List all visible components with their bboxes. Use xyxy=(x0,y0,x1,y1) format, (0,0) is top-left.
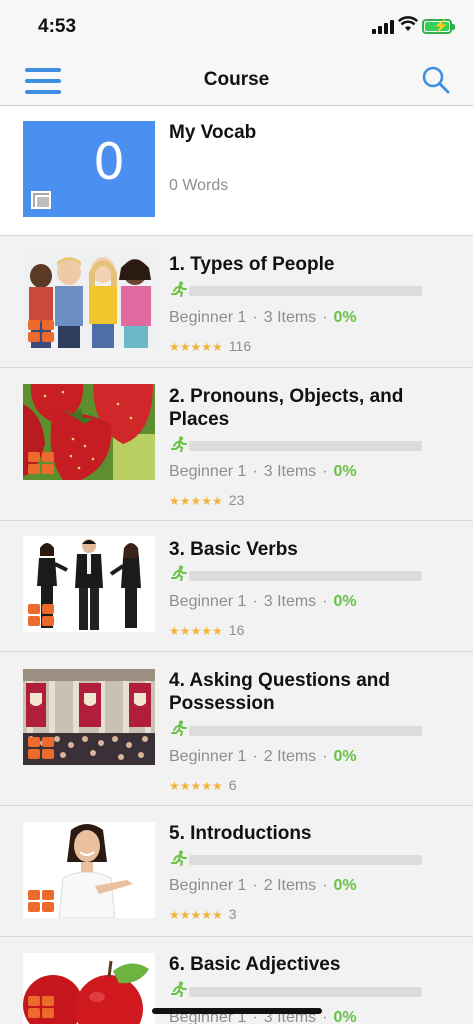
course-items: 2 Items xyxy=(263,877,317,894)
star-rating-icon: ★★★★★ xyxy=(169,494,223,508)
review-count: 16 xyxy=(228,622,245,638)
course-percent: 0% xyxy=(333,748,357,765)
course-rating: ★★★★★ 16 xyxy=(169,622,244,638)
course-percent: 0% xyxy=(333,877,357,894)
course-badge-icon xyxy=(28,452,54,474)
course-thumbnail-introductions xyxy=(23,822,155,918)
runner-icon xyxy=(171,436,187,452)
course-meta: Beginner 1 · 3 Items · 0% xyxy=(169,309,357,326)
progress-bar xyxy=(189,441,422,451)
runner-icon xyxy=(171,981,187,997)
course-level: Beginner 1 xyxy=(169,877,247,894)
course-meta: Beginner 1 · 3 Items · 0% xyxy=(169,463,357,480)
course-title: 4. Asking Questions and Possession xyxy=(169,670,391,714)
course-title: 6. Basic Adjectives xyxy=(169,954,341,975)
page-title: Course xyxy=(203,69,270,90)
battery-charging-icon: ⚡ xyxy=(422,18,455,34)
course-percent: 0% xyxy=(333,593,357,610)
course-badge-icon xyxy=(28,996,54,1018)
my-vocab-title: My Vocab xyxy=(169,122,257,143)
runner-icon xyxy=(171,720,187,736)
star-rating-icon: ★★★★★ xyxy=(169,340,223,354)
course-percent: 0% xyxy=(333,309,357,326)
runner-icon xyxy=(171,281,187,297)
course-percent: 0% xyxy=(333,1009,357,1024)
course-thumbnail-business-people xyxy=(23,536,155,632)
star-rating-icon: ★★★★★ xyxy=(169,779,223,793)
course-badge-icon xyxy=(28,737,54,759)
course-rating: ★★★★★ 116 xyxy=(169,338,251,354)
course-thumbnail-harvard xyxy=(23,669,155,765)
search-icon[interactable] xyxy=(421,65,451,95)
course-percent: 0% xyxy=(333,463,357,480)
course-rating: ★★★★★ 23 xyxy=(169,492,244,508)
review-count: 6 xyxy=(228,777,237,793)
course-title: 2. Pronouns, Objects, and Places xyxy=(169,386,404,430)
course-thumbnail-people xyxy=(23,252,155,348)
status-time: 4:53 xyxy=(38,16,77,37)
course-rating: ★★★★★ 6 xyxy=(169,777,237,793)
course-meta: Beginner 1 · 2 Items · 0% xyxy=(169,877,357,894)
star-rating-icon: ★★★★★ xyxy=(169,908,223,922)
cellular-signal-icon xyxy=(372,20,394,34)
course-item[interactable]: 1. Types of People Beginner 1 · 3 Items · 0%… xyxy=(0,237,473,368)
course-level: Beginner 1 xyxy=(169,309,247,326)
review-count: 23 xyxy=(228,492,245,508)
status-bar: 4:53 ⚡ xyxy=(0,0,473,56)
course-badge-icon xyxy=(28,890,54,912)
course-thumbnail-strawberries xyxy=(23,384,155,480)
vocab-tile: 0 xyxy=(23,121,155,217)
course-badge-icon xyxy=(28,604,54,626)
my-vocab-word-count: 0 Words xyxy=(169,177,229,194)
course-level: Beginner 1 xyxy=(169,748,247,765)
runner-icon xyxy=(171,565,187,581)
course-items: 3 Items xyxy=(263,593,317,610)
course-title: 1. Types of People xyxy=(169,254,335,275)
review-count: 116 xyxy=(228,338,252,354)
course-title: 3. Basic Verbs xyxy=(169,539,298,560)
progress-bar xyxy=(189,855,422,865)
course-item[interactable]: 2. Pronouns, Objects, and Places Beginne… xyxy=(0,368,473,521)
wifi-icon xyxy=(398,16,418,31)
course-items: 3 Items xyxy=(263,463,317,480)
course-item[interactable]: 5. Introductions Beginner 1 · 2 Items · 0% ★… xyxy=(0,806,473,937)
star-rating-icon: ★★★★★ xyxy=(169,624,223,638)
course-meta: Beginner 1 · 2 Items · 0% xyxy=(169,748,357,765)
course-item[interactable]: 3. Basic Verbs Beginner 1 · 3 Items · 0% ★★★… xyxy=(0,521,473,652)
progress-bar xyxy=(189,726,422,736)
course-level: Beginner 1 xyxy=(169,593,247,610)
course-thumbnail-apples xyxy=(23,953,155,1024)
course-level: Beginner 1 xyxy=(169,463,247,480)
course-title: 5. Introductions xyxy=(169,823,312,844)
progress-bar xyxy=(189,286,422,296)
progress-bar xyxy=(189,571,422,581)
course-items: 2 Items xyxy=(263,748,317,765)
course-badge-icon xyxy=(28,320,54,342)
course-rating: ★★★★★ 3 xyxy=(169,906,237,922)
course-item[interactable]: 4. Asking Questions and Possession Begin… xyxy=(0,652,473,806)
home-indicator[interactable] xyxy=(152,1008,322,1014)
progress-bar xyxy=(189,987,422,997)
my-vocab-row[interactable]: 0 My Vocab 0 Words xyxy=(0,106,473,236)
review-count: 3 xyxy=(228,906,237,922)
flashcard-icon xyxy=(31,191,51,209)
nav-bar: Course xyxy=(0,56,473,106)
course-items: 3 Items xyxy=(263,309,317,326)
runner-icon xyxy=(171,850,187,866)
course-meta: Beginner 1 · 3 Items · 0% xyxy=(169,593,357,610)
vocab-count-display: 0 xyxy=(93,133,125,191)
